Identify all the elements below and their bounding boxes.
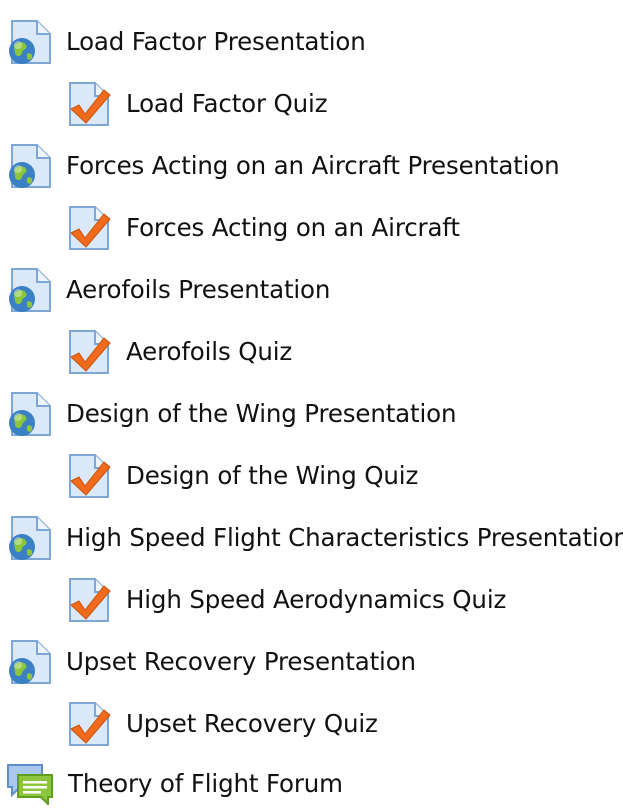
activity-link-theory-of-flight-forum[interactable]: Theory of Flight Forum xyxy=(6,760,343,808)
activity-label[interactable]: Theory of Flight Forum xyxy=(68,771,343,797)
quiz-checkmark-icon xyxy=(66,205,112,251)
activity-link-load-factor-presentation[interactable]: Load Factor Presentation xyxy=(6,18,366,66)
web-page-globe-icon xyxy=(6,639,52,685)
quiz-checkmark-icon xyxy=(66,329,112,375)
activity-label[interactable]: Load Factor Presentation xyxy=(66,29,366,55)
activity-label[interactable]: Load Factor Quiz xyxy=(126,91,328,117)
activity-label[interactable]: Upset Recovery Quiz xyxy=(126,711,378,737)
activity-link-design-of-wing-quiz[interactable]: Design of the Wing Quiz xyxy=(66,452,418,500)
activity-link-forces-acting-presentation[interactable]: Forces Acting on an Aircraft Presentatio… xyxy=(6,142,560,190)
activity-link-upset-recovery-presentation[interactable]: Upset Recovery Presentation xyxy=(6,638,416,686)
activity-link-high-speed-presentation[interactable]: High Speed Flight Characteristics Presen… xyxy=(6,514,623,562)
activity-link-upset-recovery-quiz[interactable]: Upset Recovery Quiz xyxy=(66,700,378,748)
quiz-checkmark-icon xyxy=(66,453,112,499)
activity-label[interactable]: High Speed Flight Characteristics Presen… xyxy=(66,525,623,551)
web-page-globe-icon xyxy=(6,143,52,189)
activity-link-high-speed-quiz[interactable]: High Speed Aerodynamics Quiz xyxy=(66,576,506,624)
activity-label[interactable]: Forces Acting on an Aircraft Presentatio… xyxy=(66,153,560,179)
quiz-checkmark-icon xyxy=(66,577,112,623)
activity-link-aerofoils-presentation[interactable]: Aerofoils Presentation xyxy=(6,266,330,314)
quiz-checkmark-icon xyxy=(66,81,112,127)
activity-link-aerofoils-quiz[interactable]: Aerofoils Quiz xyxy=(66,328,292,376)
web-page-globe-icon xyxy=(6,267,52,313)
activity-label[interactable]: Design of the Wing Quiz xyxy=(126,463,418,489)
activity-label[interactable]: Forces Acting on an Aircraft xyxy=(126,215,460,241)
quiz-checkmark-icon xyxy=(66,701,112,747)
activity-label[interactable]: Design of the Wing Presentation xyxy=(66,401,457,427)
activity-link-forces-acting-quiz[interactable]: Forces Acting on an Aircraft xyxy=(66,204,460,252)
forum-speech-bubbles-icon xyxy=(6,763,54,805)
web-page-globe-icon xyxy=(6,391,52,437)
activity-link-design-of-wing-presentation[interactable]: Design of the Wing Presentation xyxy=(6,390,457,438)
activity-label[interactable]: High Speed Aerodynamics Quiz xyxy=(126,587,506,613)
activity-link-load-factor-quiz[interactable]: Load Factor Quiz xyxy=(66,80,328,128)
activity-label[interactable]: Aerofoils Quiz xyxy=(126,339,292,365)
web-page-globe-icon xyxy=(6,515,52,561)
web-page-globe-icon xyxy=(6,19,52,65)
activity-label[interactable]: Upset Recovery Presentation xyxy=(66,649,416,675)
activity-label[interactable]: Aerofoils Presentation xyxy=(66,277,330,303)
